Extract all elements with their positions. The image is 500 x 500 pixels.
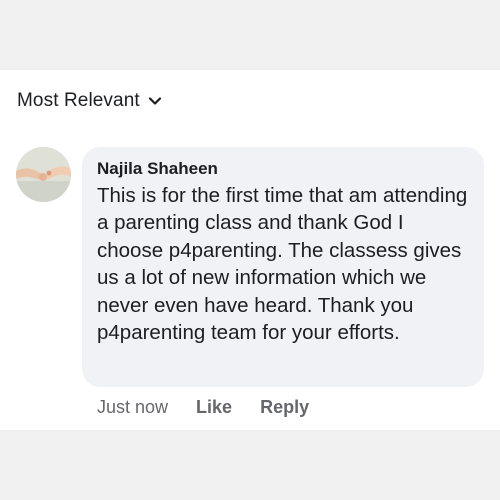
- comment-author[interactable]: Najila Shaheen: [97, 159, 470, 179]
- comment-timestamp[interactable]: Just now: [97, 397, 168, 418]
- comment-actions: Just now Like Reply: [97, 397, 309, 418]
- like-button[interactable]: Like: [196, 397, 232, 418]
- comments-panel: Most Relevant Najila Shaheen This is for…: [0, 70, 500, 430]
- sort-label: Most Relevant: [17, 90, 140, 111]
- comment-sort-dropdown[interactable]: Most Relevant: [17, 90, 162, 112]
- avatar[interactable]: [16, 147, 71, 202]
- reply-button[interactable]: Reply: [260, 397, 309, 418]
- comment-text: This is for the first time that am atten…: [97, 184, 468, 345]
- comment-bubble: Najila Shaheen This is for the first tim…: [82, 147, 484, 387]
- chevron-down-icon: [148, 94, 162, 108]
